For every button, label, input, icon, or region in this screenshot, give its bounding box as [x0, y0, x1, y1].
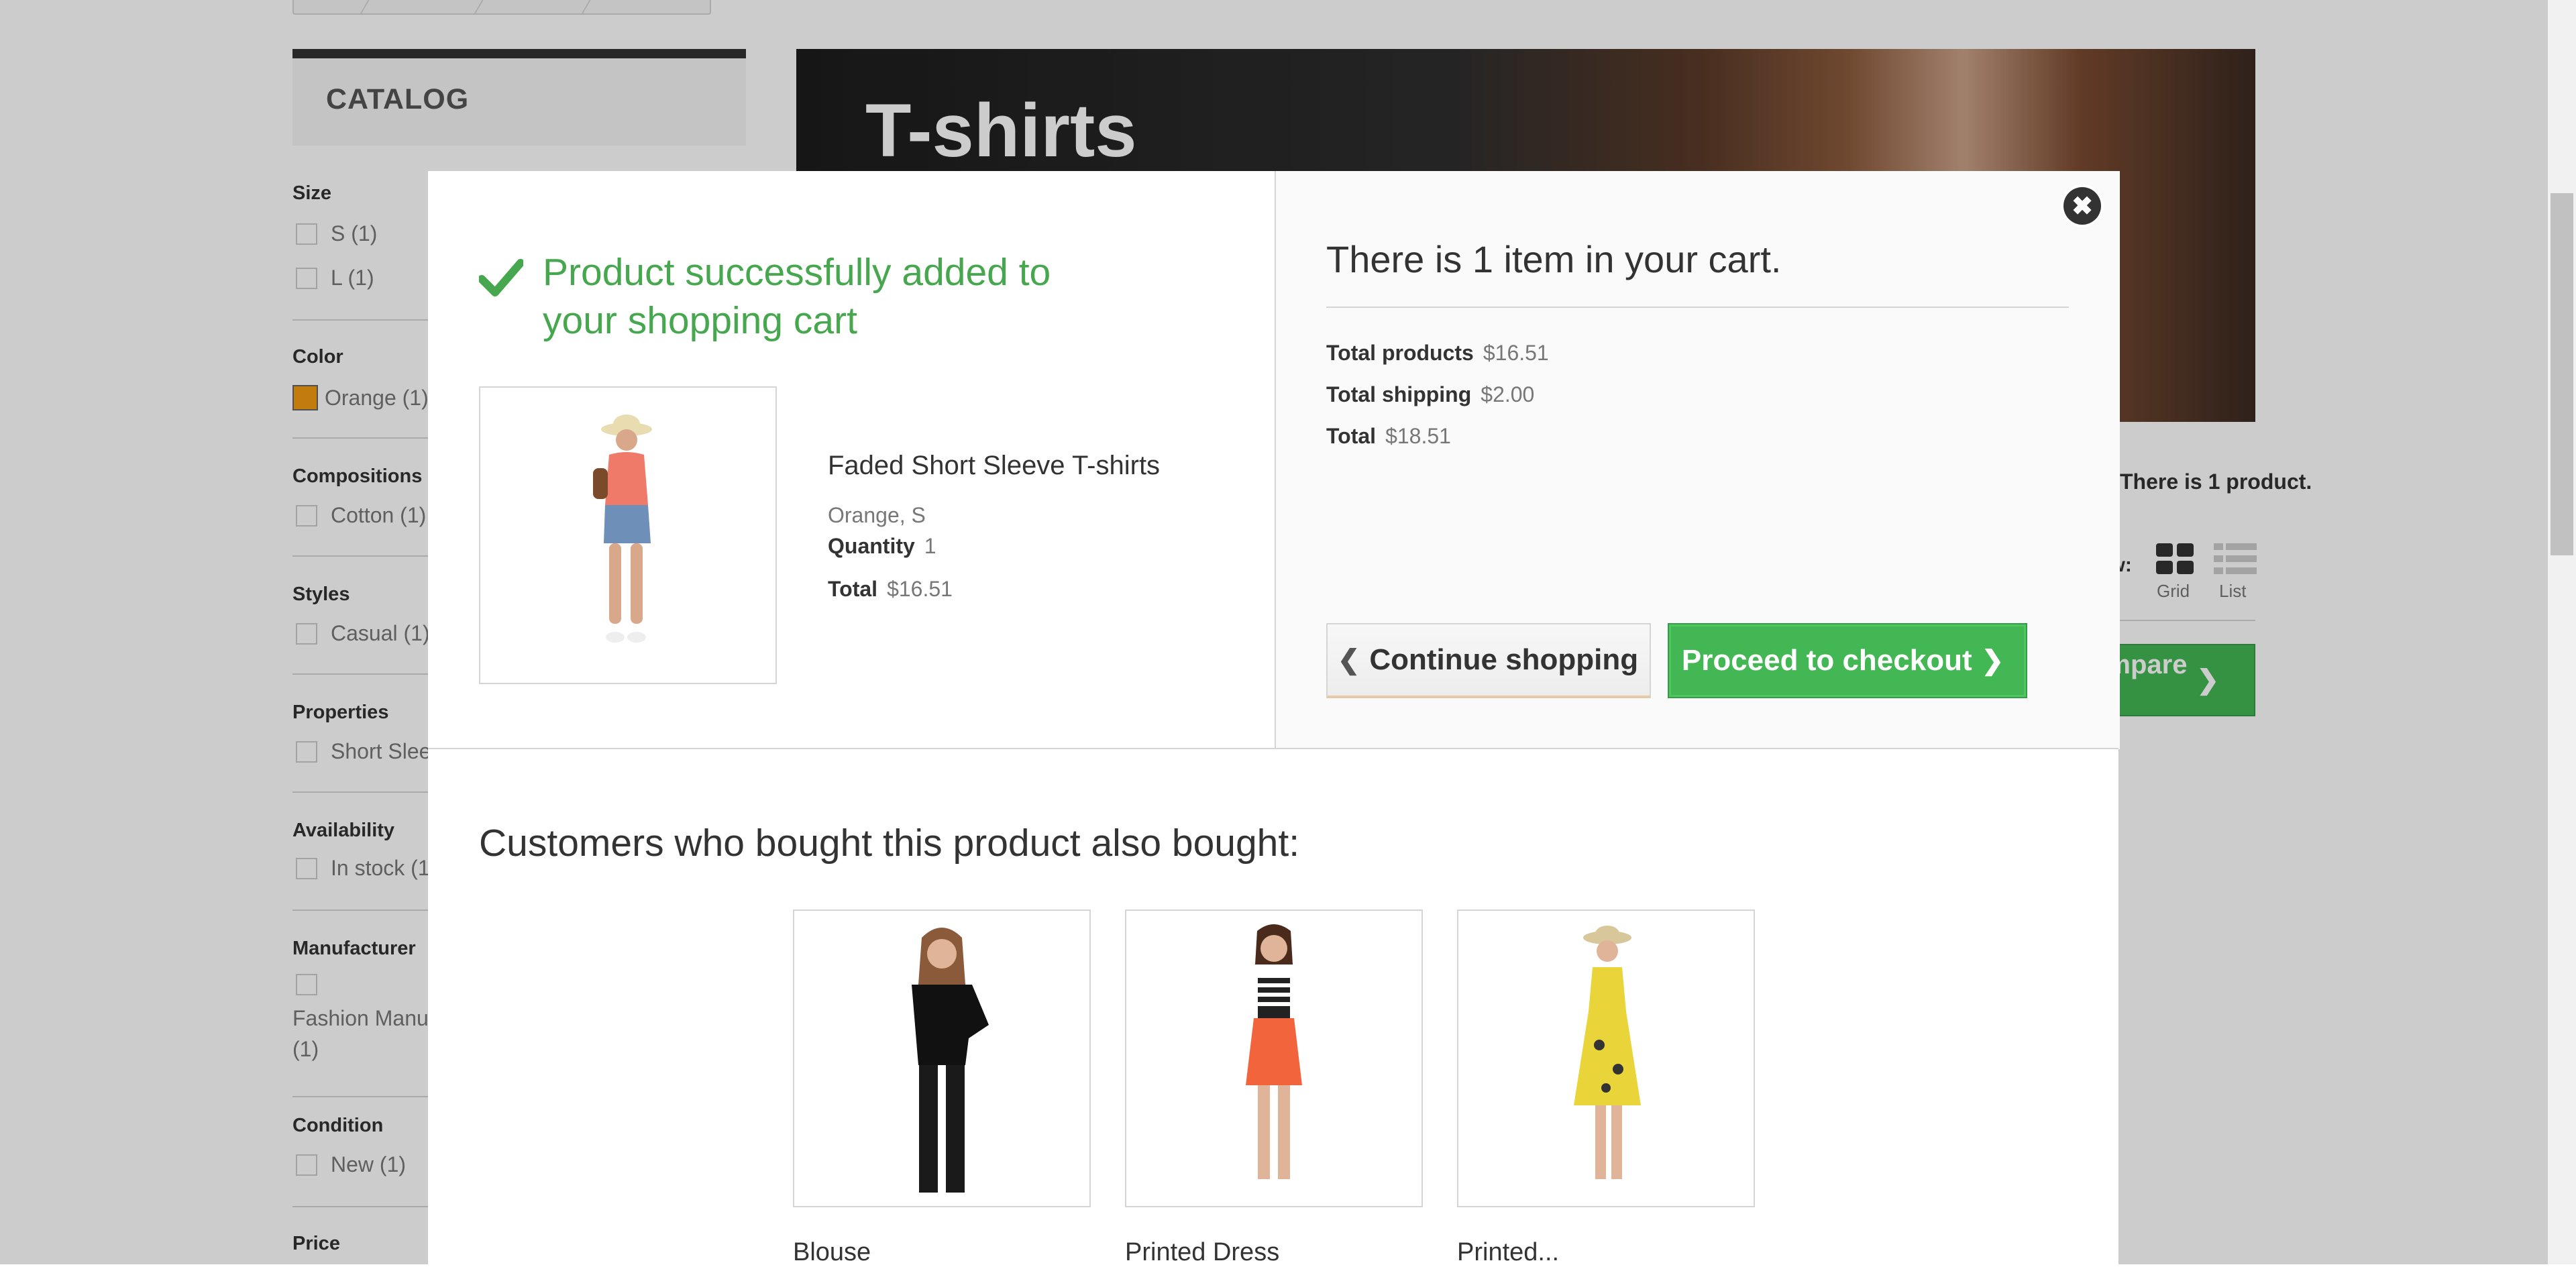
product-total: Total $16.51 [828, 577, 953, 602]
cart-total-value: $18.51 [1385, 424, 1451, 448]
total-shipping-value: $2.00 [1481, 382, 1535, 406]
scrollbar[interactable] [2548, 0, 2576, 1264]
total-shipping: Total shipping $2.00 [1326, 382, 1534, 407]
success-message: Product successfully added to your shopp… [543, 251, 1051, 342]
chevron-right-icon: ❯ [1981, 646, 2004, 675]
page: CATALOG Size S (1) L (1) Color Orange (1… [0, 0, 2576, 1267]
product-name: Faded Short Sleeve T-shirts [828, 451, 1161, 480]
total-products: Total products $16.51 [1326, 341, 1549, 366]
total-products-value: $16.51 [1483, 341, 1549, 365]
also-bought-image[interactable] [1457, 910, 1755, 1207]
product-photo [1574, 926, 1641, 1179]
product-photo [912, 928, 989, 1193]
checkout-label: Proceed to checkout [1681, 644, 1972, 677]
proceed-to-checkout-button[interactable]: Proceed to checkout ❯ [1668, 623, 2027, 698]
total-value: $16.51 [887, 577, 953, 601]
also-bought-title: Customers who bought this product also b… [479, 822, 1300, 865]
check-icon [479, 259, 523, 296]
product-quantity: Quantity 1 [828, 534, 936, 559]
also-bought-image[interactable] [793, 910, 1091, 1207]
cart-total-label: Total [1326, 424, 1377, 448]
also-bought-name[interactable]: Printed Dress [1125, 1238, 1279, 1267]
also-bought-name[interactable]: Printed... [1457, 1238, 1559, 1267]
product-photo [593, 415, 652, 643]
also-bought-image[interactable] [1125, 910, 1423, 1207]
total-products-label: Total products [1326, 341, 1474, 365]
total-shipping-label: Total shipping [1326, 382, 1472, 406]
also-bought-name[interactable]: Blouse [793, 1238, 871, 1267]
cart-item-count: There is 1 item in your cart. [1326, 238, 1782, 280]
product-attributes: Orange, S [828, 503, 926, 527]
quantity-value: 1 [924, 534, 936, 558]
total-label: Total [828, 577, 878, 601]
cart-total: Total $18.51 [1326, 424, 1451, 449]
continue-shopping-label: Continue shopping [1369, 643, 1639, 676]
modal-divider [428, 748, 2118, 749]
scrollbar-thumb[interactable] [2551, 193, 2573, 555]
quantity-label: Quantity [828, 534, 915, 558]
divider [1326, 307, 2069, 308]
close-icon[interactable]: ✖ [2063, 187, 2101, 225]
product-image [479, 386, 777, 684]
continue-shopping-button[interactable]: ❮ Continue shopping [1326, 623, 1651, 698]
chevron-left-icon: ❮ [1337, 645, 1360, 675]
product-photo [1246, 924, 1302, 1179]
